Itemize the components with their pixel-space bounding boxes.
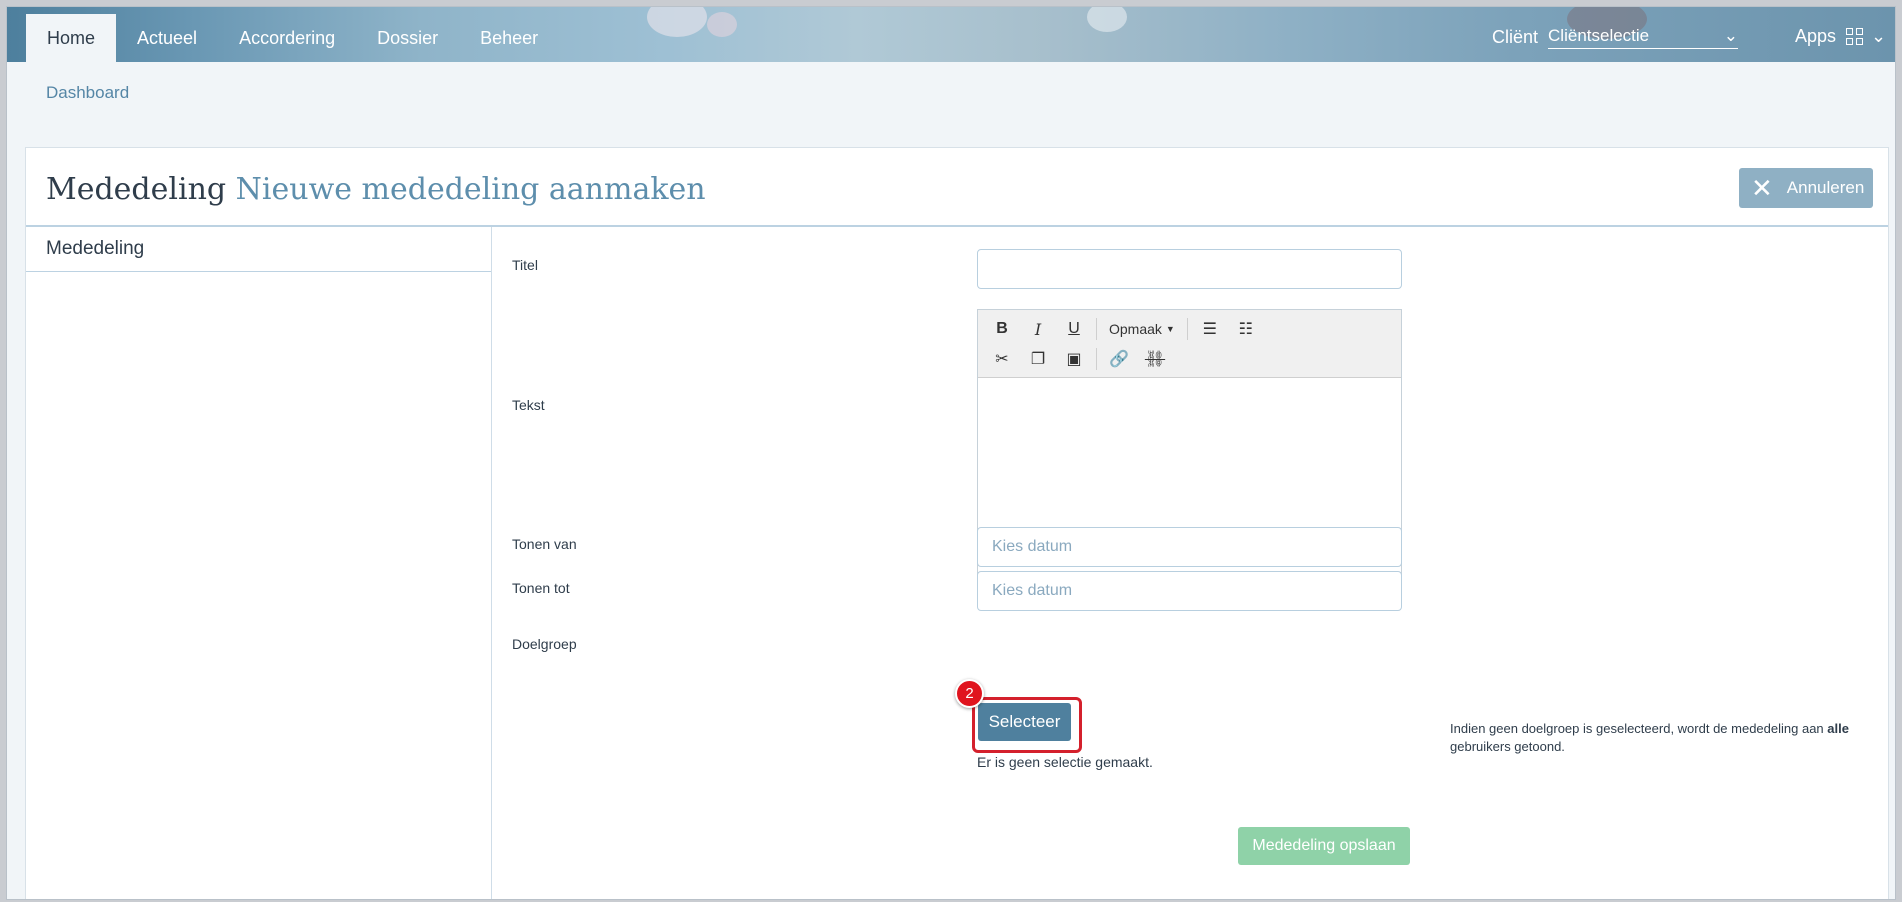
nav-home[interactable]: Home [26, 14, 117, 62]
titel-label: Titel [512, 257, 538, 273]
apps-menu[interactable]: Apps ⌄ [1795, 26, 1886, 47]
nav-actueel[interactable]: Actueel [116, 14, 218, 62]
toolbar-divider [1096, 348, 1097, 370]
save-button[interactable]: Mededeling opslaan [1238, 827, 1410, 865]
client-select[interactable]: Cliëntselectie ⌄ [1548, 26, 1739, 49]
breadcrumb-dashboard[interactable]: Dashboard [46, 83, 129, 103]
apps-label: Apps [1795, 26, 1837, 46]
nav-beheer[interactable]: Beheer [459, 14, 559, 62]
editor-toolbar: B I U Opmaak ▼ ☰ ☷ ✂ ❐ ▣ 🔗 ⛓ [978, 310, 1401, 378]
mededeling-panel: Mededeling Nieuwe mededeling aanmaken ✕ … [25, 147, 1890, 899]
top-navigation-bar: Home Actueel Accordering Dossier Beheer … [7, 7, 1895, 62]
numbered-list-icon[interactable]: ☷ [1228, 315, 1264, 343]
background-blossom [647, 7, 707, 37]
toolbar-divider [1186, 318, 1188, 340]
cut-icon[interactable]: ✂ [984, 345, 1020, 373]
copy-icon[interactable]: ❐ [1020, 345, 1056, 373]
client-select-value: Cliëntselectie [1548, 26, 1650, 45]
main-nav: Home Actueel Accordering Dossier Beheer [26, 14, 559, 62]
tekst-label: Tekst [512, 397, 545, 413]
hint-text: Indien geen doelgroep is geselecteerd, w… [1450, 721, 1828, 736]
tonen-tot-label: Tonen tot [512, 580, 570, 596]
bold-icon[interactable]: B [984, 315, 1020, 343]
close-icon: ✕ [1751, 173, 1773, 203]
page-title-sub: Nieuwe mededeling aanmaken [235, 172, 706, 207]
tonen-tot-date-input[interactable]: Kies datum [977, 571, 1402, 611]
sidebar-item-mededeling[interactable]: Mededeling [26, 227, 491, 272]
background-blossom [707, 12, 737, 37]
bullet-list-icon[interactable]: ☰ [1192, 315, 1228, 343]
apps-grid-icon [1846, 28, 1864, 45]
mededeling-form: Titel Tekst B I U Opmaak ▼ ☰ ☷ ✂ ❐ ▣ 🔗 ⛓… [492, 227, 1890, 899]
no-selection-text: Er is geen selectie gemaakt. [977, 754, 1153, 770]
underline-icon[interactable]: U [1056, 315, 1092, 343]
client-picker: Cliënt Cliëntselectie ⌄ [1492, 26, 1739, 49]
nav-dossier[interactable]: Dossier [356, 14, 459, 62]
panel-header: Mededeling Nieuwe mededeling aanmaken ✕ … [26, 148, 1888, 227]
unlink-icon[interactable]: ⛓ [1137, 345, 1173, 373]
cancel-button[interactable]: ✕ Annuleren [1739, 168, 1873, 208]
app-window: Home Actueel Accordering Dossier Beheer … [6, 6, 1896, 900]
format-dropdown-label: Opmaak [1109, 321, 1162, 337]
chevron-down-icon: ⌄ [1723, 26, 1739, 45]
sidebar: Mededeling [26, 227, 492, 899]
titel-input[interactable] [977, 249, 1402, 289]
step-badge: 2 [955, 679, 984, 708]
tonen-van-date-input[interactable]: Kies datum [977, 527, 1402, 567]
italic-icon[interactable]: I [1020, 315, 1056, 343]
link-icon[interactable]: 🔗 [1101, 345, 1137, 373]
nav-accordering[interactable]: Accordering [218, 14, 356, 62]
hint-bold: alle [1827, 721, 1849, 736]
hint-text-end: gebruikers getoond. [1450, 739, 1565, 754]
tonen-van-label: Tonen van [512, 536, 577, 552]
paste-icon[interactable]: ▣ [1056, 345, 1092, 373]
format-dropdown[interactable]: Opmaak ▼ [1101, 315, 1183, 343]
page-title: Mededeling Nieuwe mededeling aanmaken [46, 172, 706, 207]
page-title-main: Mededeling [46, 172, 227, 207]
cancel-label: Annuleren [1786, 178, 1865, 197]
doelgroep-label: Doelgroep [512, 636, 577, 652]
toolbar-divider [1096, 318, 1097, 340]
selecteer-button[interactable]: Selecteer [978, 703, 1071, 741]
doelgroep-hint: Indien geen doelgroep is geselecteerd, w… [1450, 720, 1890, 756]
caret-down-icon: ▼ [1165, 324, 1175, 334]
chevron-down-icon: ⌄ [1871, 26, 1887, 46]
client-label: Cliënt [1492, 27, 1539, 47]
background-blossom [1087, 7, 1127, 32]
